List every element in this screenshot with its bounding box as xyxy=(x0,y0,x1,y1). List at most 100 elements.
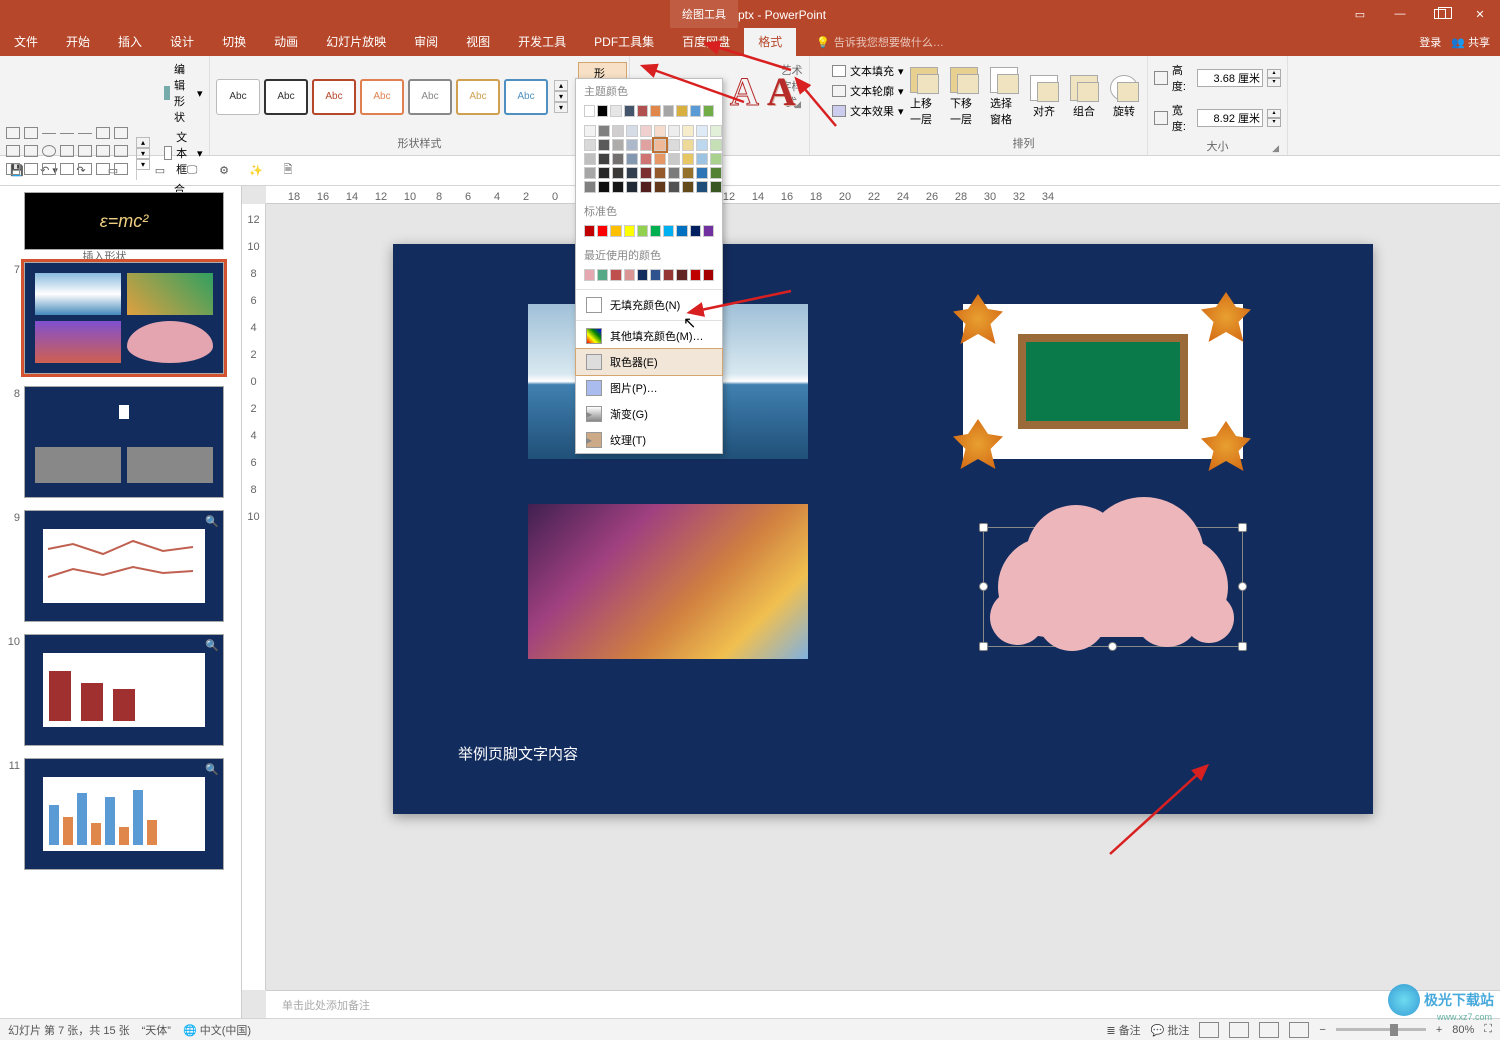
color-swatch[interactable] xyxy=(703,269,714,281)
slideshow-view-button[interactable] xyxy=(1289,1022,1309,1038)
reading-view-button[interactable] xyxy=(1259,1022,1279,1038)
slide-canvas[interactable]: ⟳ 举例页脚文字内容 xyxy=(393,244,1373,814)
color-swatch[interactable] xyxy=(626,167,638,179)
color-swatch[interactable] xyxy=(584,167,596,179)
color-swatch[interactable] xyxy=(640,167,652,179)
text-effects-button[interactable]: 文本效果 ▾ xyxy=(828,102,908,120)
texture-fill-option[interactable]: 纹理(T)▶ xyxy=(576,427,722,453)
color-swatch[interactable] xyxy=(612,153,624,165)
color-swatch[interactable] xyxy=(598,153,610,165)
notes-toggle[interactable]: ≣ 备注 xyxy=(1106,1022,1140,1038)
color-swatch[interactable] xyxy=(710,167,722,179)
color-swatch[interactable] xyxy=(690,105,701,117)
color-swatch[interactable] xyxy=(654,139,666,151)
edit-shape-button[interactable]: 编辑形状 ▾ xyxy=(160,60,207,126)
color-swatch[interactable] xyxy=(597,105,608,117)
restore-button[interactable] xyxy=(1420,0,1460,28)
color-swatch[interactable] xyxy=(668,125,680,137)
color-swatch[interactable] xyxy=(598,139,610,151)
comments-toggle[interactable]: 💬 批注 xyxy=(1151,1022,1190,1038)
bring-forward-button[interactable]: 上移一层 xyxy=(906,65,942,129)
align-button[interactable]: 对齐 xyxy=(1026,73,1062,121)
color-swatch[interactable] xyxy=(668,181,680,193)
color-swatch[interactable] xyxy=(682,167,694,179)
eyedropper-option[interactable]: 取色器(E) xyxy=(576,349,722,375)
color-swatch[interactable] xyxy=(612,125,624,137)
tab-review[interactable]: 审阅 xyxy=(400,28,452,56)
color-swatch[interactable] xyxy=(584,225,595,237)
color-swatch[interactable] xyxy=(584,269,595,281)
send-backward-button[interactable]: 下移一层 xyxy=(946,65,982,129)
color-swatch[interactable] xyxy=(626,139,638,151)
color-swatch[interactable] xyxy=(626,153,638,165)
text-outline-button[interactable]: 文本轮廓 ▾ xyxy=(828,82,908,100)
color-swatch[interactable] xyxy=(584,139,596,151)
color-swatch[interactable] xyxy=(612,139,624,151)
color-swatch[interactable] xyxy=(640,153,652,165)
wordart-preset-2[interactable]: A xyxy=(767,68,796,115)
tool-icon[interactable]: ⚙ xyxy=(215,162,233,180)
slide-image-city[interactable] xyxy=(528,504,808,659)
color-swatch[interactable] xyxy=(610,225,621,237)
color-swatch[interactable] xyxy=(710,153,722,165)
more-colors-option[interactable]: 其他填充颜色(M)… xyxy=(576,323,722,349)
color-swatch[interactable] xyxy=(710,139,722,151)
tab-home[interactable]: 开始 xyxy=(52,28,104,56)
tab-design[interactable]: 设计 xyxy=(156,28,208,56)
color-swatch[interactable] xyxy=(640,181,652,193)
color-swatch[interactable] xyxy=(624,225,635,237)
color-swatch[interactable] xyxy=(663,105,674,117)
anim-icon[interactable]: ✨ xyxy=(247,162,265,180)
color-swatch[interactable] xyxy=(654,153,666,165)
color-swatch[interactable] xyxy=(598,125,610,137)
selection-pane-button[interactable]: 选择窗格 xyxy=(986,65,1022,129)
tab-devtools[interactable]: 开发工具 xyxy=(504,28,580,56)
login-link[interactable]: 登录 xyxy=(1419,34,1441,50)
fit-to-window-button[interactable]: ⛶ xyxy=(1484,1023,1492,1036)
ribbon-options-icon[interactable]: ▭ xyxy=(1340,0,1380,28)
slide-thumb-9[interactable]: 🔍 xyxy=(24,510,224,622)
color-swatch[interactable] xyxy=(610,269,621,281)
textbox-button[interactable]: 文本框 ▾ xyxy=(160,128,207,178)
color-swatch[interactable] xyxy=(710,125,722,137)
color-swatch[interactable] xyxy=(682,181,694,193)
color-swatch[interactable] xyxy=(637,269,648,281)
color-swatch[interactable] xyxy=(690,269,701,281)
close-button[interactable]: ✕ xyxy=(1460,0,1500,28)
color-swatch[interactable] xyxy=(682,139,694,151)
gradient-fill-option[interactable]: 渐变(G)▶ xyxy=(576,401,722,427)
color-swatch[interactable] xyxy=(624,105,635,117)
color-swatch[interactable] xyxy=(612,181,624,193)
color-swatch[interactable] xyxy=(703,225,714,237)
shapes-gallery[interactable] xyxy=(6,127,130,179)
color-swatch[interactable] xyxy=(584,153,596,165)
color-swatch[interactable] xyxy=(640,139,652,151)
color-swatch[interactable] xyxy=(650,269,661,281)
notes-pane[interactable]: 单击此处添加备注 xyxy=(266,990,1500,1018)
share-button[interactable]: 👥 共享 xyxy=(1451,34,1490,50)
zoom-slider[interactable] xyxy=(1336,1028,1426,1031)
color-swatch[interactable] xyxy=(650,105,661,117)
minimize-button[interactable]: — xyxy=(1380,0,1420,28)
tab-insert[interactable]: 插入 xyxy=(104,28,156,56)
color-swatch[interactable] xyxy=(598,181,610,193)
color-swatch[interactable] xyxy=(637,225,648,237)
tab-transition[interactable]: 切换 xyxy=(208,28,260,56)
slide-thumb-6[interactable]: ε=mc² xyxy=(24,192,224,250)
color-swatch[interactable] xyxy=(598,167,610,179)
color-swatch[interactable] xyxy=(597,225,608,237)
color-swatch[interactable] xyxy=(654,181,666,193)
color-swatch[interactable] xyxy=(626,181,638,193)
color-swatch[interactable] xyxy=(584,181,596,193)
zoom-out-button[interactable]: − xyxy=(1319,1024,1325,1036)
color-swatch[interactable] xyxy=(696,167,708,179)
color-swatch[interactable] xyxy=(624,269,635,281)
tell-me-search[interactable]: 💡 告诉我您想要做什么… xyxy=(816,34,944,50)
sorter-view-button[interactable] xyxy=(1229,1022,1249,1038)
color-swatch[interactable] xyxy=(637,105,648,117)
zoom-in-button[interactable]: + xyxy=(1436,1024,1442,1036)
color-swatch[interactable] xyxy=(668,153,680,165)
color-swatch[interactable] xyxy=(668,167,680,179)
color-swatch[interactable] xyxy=(696,181,708,193)
color-swatch[interactable] xyxy=(668,139,680,151)
